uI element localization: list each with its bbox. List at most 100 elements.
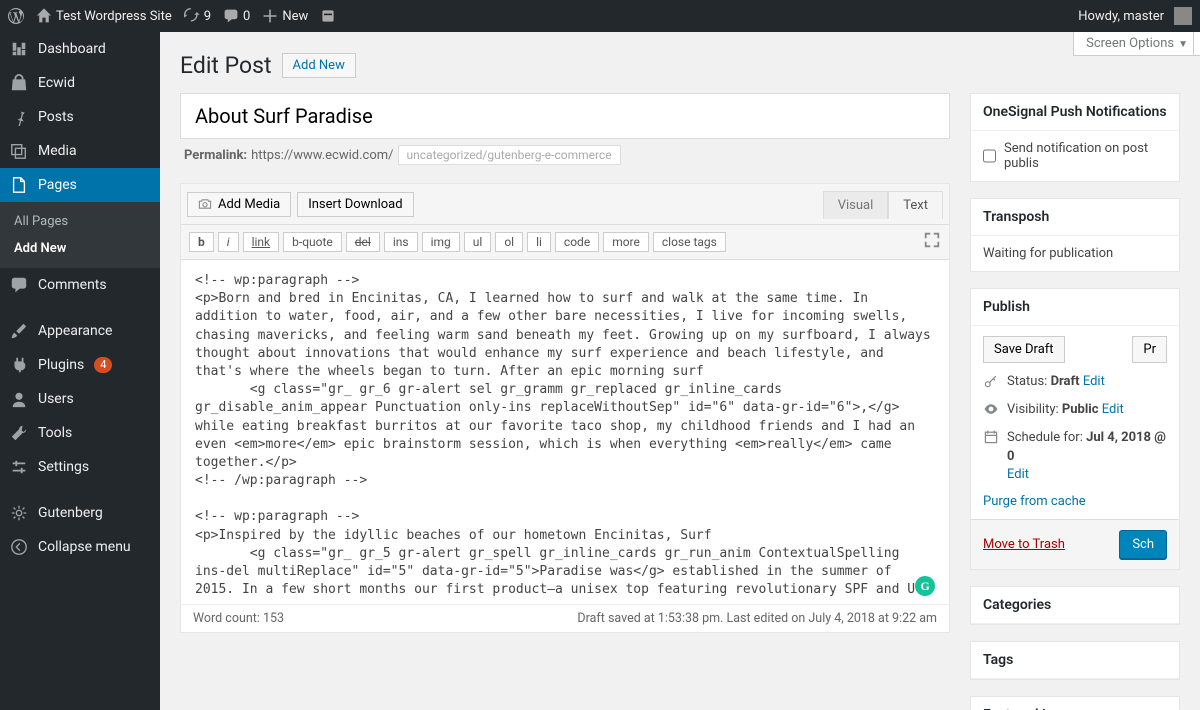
qt-link[interactable]: link (243, 232, 280, 252)
qt-ins[interactable]: ins (384, 232, 418, 252)
save-draft-button[interactable]: Save Draft (983, 336, 1065, 363)
calendar-icon (983, 429, 999, 445)
publish-box: Publish Save Draft Pr Status: Draft Edit… (970, 288, 1180, 570)
move-to-trash-link[interactable]: Move to Trash (983, 537, 1065, 552)
onesignal-label: Send notification on post publis (1004, 141, 1167, 171)
sidebar-item-plugins[interactable]: Plugins4 (0, 348, 160, 382)
sidebar-item-tools[interactable]: Tools (0, 416, 160, 450)
content-textarea[interactable] (181, 260, 949, 600)
eye-icon (983, 401, 999, 417)
sidebar-label: Settings (38, 459, 89, 475)
site-link[interactable]: Test Wordpress Site (36, 8, 172, 24)
sidebar-sub-add-new[interactable]: Add New (0, 235, 160, 262)
grammarly-icon[interactable] (915, 576, 935, 596)
transposh-title: Transposh (971, 199, 1179, 236)
categories-box[interactable]: Categories (970, 586, 1180, 625)
page-icon (10, 176, 28, 194)
add-media-label: Add Media (218, 197, 280, 212)
camera-icon (198, 197, 212, 211)
permalink-slug-input[interactable]: uncategorized/gutenberg-e-commerce (398, 145, 621, 165)
sidebar-item-gutenberg[interactable]: Gutenberg (0, 496, 160, 530)
schedule-button[interactable]: Sch (1119, 530, 1167, 559)
howdy-label: Howdy, master (1078, 9, 1164, 24)
sidebar-item-collapse[interactable]: Collapse menu (0, 530, 160, 564)
screen-options-label: Screen Options (1086, 36, 1174, 51)
add-media-button[interactable]: Add Media (187, 192, 291, 217)
sidebar-item-dashboard[interactable]: Dashboard (0, 32, 160, 66)
sidebar-item-users[interactable]: Users (0, 382, 160, 416)
fullscreen-icon (923, 231, 941, 249)
sidebar-label: Gutenberg (38, 505, 103, 521)
comments-link[interactable]: 0 (223, 8, 250, 24)
publish-title: Publish (971, 289, 1179, 326)
store-icon (320, 8, 336, 24)
post-title-input[interactable] (180, 93, 950, 139)
sidebar-label: Posts (38, 109, 74, 125)
account-link[interactable]: Howdy, master (1078, 7, 1192, 25)
qt-del[interactable]: del (346, 232, 380, 252)
help-tab[interactable]: H (1193, 32, 1200, 56)
avatar (1174, 7, 1192, 25)
sidebar-item-appearance[interactable]: Appearance (0, 314, 160, 348)
categories-title: Categories (971, 587, 1179, 624)
screen-options-tab[interactable]: Screen Options ▼ (1073, 32, 1200, 56)
plus-icon (262, 8, 278, 24)
qt-more[interactable]: more (603, 232, 649, 252)
sidebar-item-posts[interactable]: Posts (0, 100, 160, 134)
edit-status-link[interactable]: Edit (1083, 374, 1105, 389)
tags-box[interactable]: Tags (970, 641, 1180, 680)
qt-ol[interactable]: ol (495, 232, 523, 252)
collapse-icon (10, 538, 28, 556)
wp-logo[interactable] (8, 8, 24, 24)
qt-closetags[interactable]: close tags (653, 232, 726, 252)
comments-count: 0 (243, 9, 250, 24)
sidebar-sub-all-pages[interactable]: All Pages (0, 208, 160, 235)
status-label: Status: (1007, 374, 1047, 389)
sidebar-item-comments[interactable]: Comments (0, 268, 160, 302)
gear-icon (10, 504, 28, 522)
visibility-value: Public (1062, 402, 1099, 417)
purge-cache-link[interactable]: Purge from cache (983, 494, 1086, 509)
comment-icon (223, 8, 239, 24)
main-content: Screen Options▼ H Edit Post Add New Perm… (160, 32, 1200, 710)
text-tab[interactable]: Text (888, 191, 943, 219)
key-icon (983, 373, 999, 389)
onesignal-checkbox[interactable] (983, 149, 996, 163)
chevron-down-icon: ▼ (1178, 39, 1188, 50)
sidebar-label: Dashboard (38, 41, 106, 57)
schedule-label: Schedule for: (1007, 430, 1083, 445)
qt-i[interactable]: i (218, 232, 239, 252)
updates-link[interactable]: 9 (184, 8, 211, 24)
visual-tab[interactable]: Visual (823, 191, 889, 219)
sidebar-label: Plugins (38, 357, 84, 373)
qt-ul[interactable]: ul (464, 232, 492, 252)
fullscreen-button[interactable] (923, 231, 941, 253)
media-icon (10, 142, 28, 160)
transposh-body: Waiting for publication (971, 236, 1179, 271)
admin-sidebar: Dashboard Ecwid Posts Media Pages All Pa… (0, 32, 160, 710)
qt-li[interactable]: li (527, 232, 551, 252)
permalink-row: Permalink: https://www.ecwid.com/ uncate… (180, 145, 950, 165)
qt-code[interactable]: code (555, 232, 599, 252)
qt-bquote[interactable]: b-quote (283, 232, 342, 252)
sidebar-label: Media (38, 143, 77, 159)
sidebar-item-ecwid[interactable]: Ecwid (0, 66, 160, 100)
sidebar-item-settings[interactable]: Settings (0, 450, 160, 484)
edit-schedule-link[interactable]: Edit (1007, 467, 1029, 482)
new-link[interactable]: New (262, 8, 308, 24)
edit-visibility-link[interactable]: Edit (1102, 402, 1124, 417)
qt-b[interactable]: b (189, 232, 214, 252)
brush-icon (10, 322, 28, 340)
sidebar-item-media[interactable]: Media (0, 134, 160, 168)
sidebar-item-pages[interactable]: Pages (0, 168, 160, 202)
store-link[interactable] (320, 8, 336, 24)
preview-button[interactable]: Pr (1132, 336, 1167, 363)
new-label: New (282, 9, 308, 24)
qt-img[interactable]: img (422, 232, 460, 252)
sidebar-label: Ecwid (38, 75, 75, 91)
wrench-icon (10, 424, 28, 442)
draft-saved-status: Draft saved at 1:53:38 pm. Last edited o… (577, 611, 937, 626)
add-new-button[interactable]: Add New (282, 53, 356, 78)
bag-icon (10, 74, 28, 92)
insert-download-button[interactable]: Insert Download (297, 192, 413, 217)
